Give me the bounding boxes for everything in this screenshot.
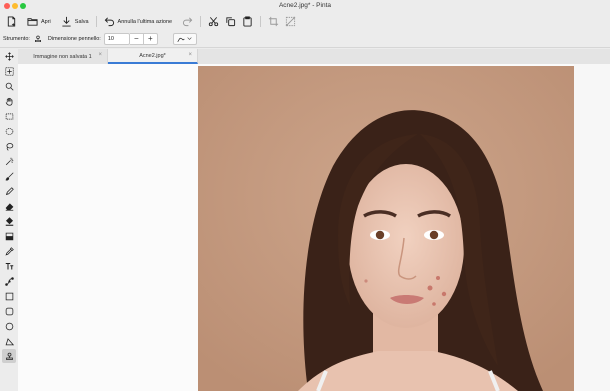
eraser-icon <box>5 202 13 211</box>
new-image-icon <box>7 16 16 27</box>
rectangle-icon <box>5 292 13 300</box>
undo-icon <box>104 17 114 27</box>
rectangle-select-icon <box>5 113 13 119</box>
redo-button[interactable] <box>179 14 196 29</box>
save-button[interactable]: Salva <box>58 14 92 29</box>
paint-bucket-tool[interactable] <box>2 214 16 228</box>
zoom-icon <box>5 82 14 91</box>
toolbar-divider <box>260 16 262 27</box>
paint-bucket-icon <box>5 216 13 226</box>
ellipse-tool[interactable] <box>2 319 16 333</box>
gradient-tool[interactable] <box>2 229 16 243</box>
rectangle-tool[interactable] <box>2 289 16 303</box>
tool-label: Strumento: <box>3 35 30 42</box>
color-picker-icon <box>4 246 14 256</box>
pencil-tool[interactable] <box>2 184 16 198</box>
paste-button[interactable] <box>239 14 256 29</box>
main-toolbar: Apri Salva Annulla l'ultima azione <box>0 13 610 30</box>
copy-button[interactable] <box>222 14 239 29</box>
brush-size-input[interactable]: 10 <box>103 32 130 45</box>
open-button[interactable]: Apri <box>24 14 54 29</box>
clone-stamp-icon <box>34 35 42 43</box>
tab-label: Acne2.jpg* <box>139 52 166 59</box>
lasso-select-tool[interactable] <box>2 139 16 153</box>
move-selected-tool[interactable] <box>2 49 16 63</box>
deselect-button[interactable] <box>282 14 299 29</box>
tab-label: Immagine non salvata 1 <box>33 53 92 60</box>
move-selected-icon <box>4 51 14 61</box>
tool-options-bar: Strumento: Dimensione pennello: 10 − + <box>0 30 610 48</box>
tools-panel <box>0 48 18 391</box>
tab-acne2[interactable]: Acne2.jpg* × <box>108 49 198 64</box>
rectangle-select-tool[interactable] <box>2 109 16 123</box>
pencil-icon <box>5 186 14 195</box>
toolbar-divider <box>95 16 97 27</box>
folder-icon <box>27 18 38 26</box>
magic-wand-icon <box>5 157 13 165</box>
freeform-shape-tool[interactable] <box>2 334 16 348</box>
undo-button[interactable]: Annulla l'ultima azione <box>101 14 176 29</box>
move-selection-tool[interactable] <box>2 64 16 78</box>
copy-icon <box>226 17 236 27</box>
pan-tool[interactable] <box>2 94 16 108</box>
canvas-area[interactable] <box>18 64 610 391</box>
document-tabs: Immagine non salvata 1 × Acne2.jpg* × <box>18 49 610 64</box>
scissors-icon <box>208 17 219 27</box>
redo-icon <box>183 17 193 27</box>
eraser-tool[interactable] <box>2 199 16 213</box>
close-tab-button[interactable]: × <box>98 52 102 58</box>
gradient-icon <box>5 232 13 240</box>
clone-stamp-tool[interactable] <box>2 349 16 363</box>
lasso-select-icon <box>6 142 13 151</box>
pan-icon <box>5 97 12 106</box>
freeform-shape-icon <box>5 337 14 345</box>
ellipse-select-tool[interactable] <box>2 124 16 138</box>
increase-brush-size-button[interactable]: + <box>143 32 158 45</box>
save-label: Salva <box>74 18 89 25</box>
tab-unsaved-image[interactable]: Immagine non salvata 1 × <box>18 49 108 64</box>
cut-button[interactable] <box>205 14 222 29</box>
toolbar-divider <box>200 16 202 27</box>
line-curve-icon <box>4 276 14 286</box>
crop-icon <box>269 16 279 27</box>
undo-label: Annulla l'ultima azione <box>117 18 173 25</box>
line-curve-tool[interactable] <box>2 274 16 288</box>
paste-icon <box>243 16 252 27</box>
portrait-photo[interactable] <box>198 66 574 391</box>
clone-stamp-icon <box>5 352 13 360</box>
deselect-icon <box>285 16 296 27</box>
close-tab-button[interactable]: × <box>188 52 192 58</box>
antialiasing-dropdown[interactable] <box>172 32 197 45</box>
rounded-rectangle-icon <box>5 307 13 315</box>
text-icon <box>5 262 13 269</box>
zoom-tool[interactable] <box>2 79 16 93</box>
ellipse-icon <box>5 322 13 330</box>
move-selection-icon <box>4 66 14 76</box>
new-image-button[interactable] <box>3 14 20 29</box>
rounded-rectangle-tool[interactable] <box>2 304 16 318</box>
title-bar: Acne2.jpg* - Pinta <box>0 0 610 13</box>
antialiasing-icon <box>177 37 185 42</box>
crop-button[interactable] <box>265 14 282 29</box>
chevron-down-icon <box>187 37 192 40</box>
magic-wand-tool[interactable] <box>2 154 16 168</box>
paintbrush-icon <box>5 171 14 181</box>
brush-size-label: Dimensione pennello: <box>47 35 101 42</box>
open-label: Apri <box>41 18 51 25</box>
download-icon <box>62 16 71 27</box>
decrease-brush-size-button[interactable]: − <box>129 32 144 45</box>
ellipse-select-icon <box>5 127 13 135</box>
paintbrush-tool[interactable] <box>2 169 16 183</box>
canvas-padding <box>574 64 610 391</box>
portrait-image <box>198 66 574 391</box>
window-title: Acne2.jpg* - Pinta <box>278 2 332 9</box>
text-tool[interactable] <box>2 259 16 273</box>
color-picker-tool[interactable] <box>2 244 16 258</box>
